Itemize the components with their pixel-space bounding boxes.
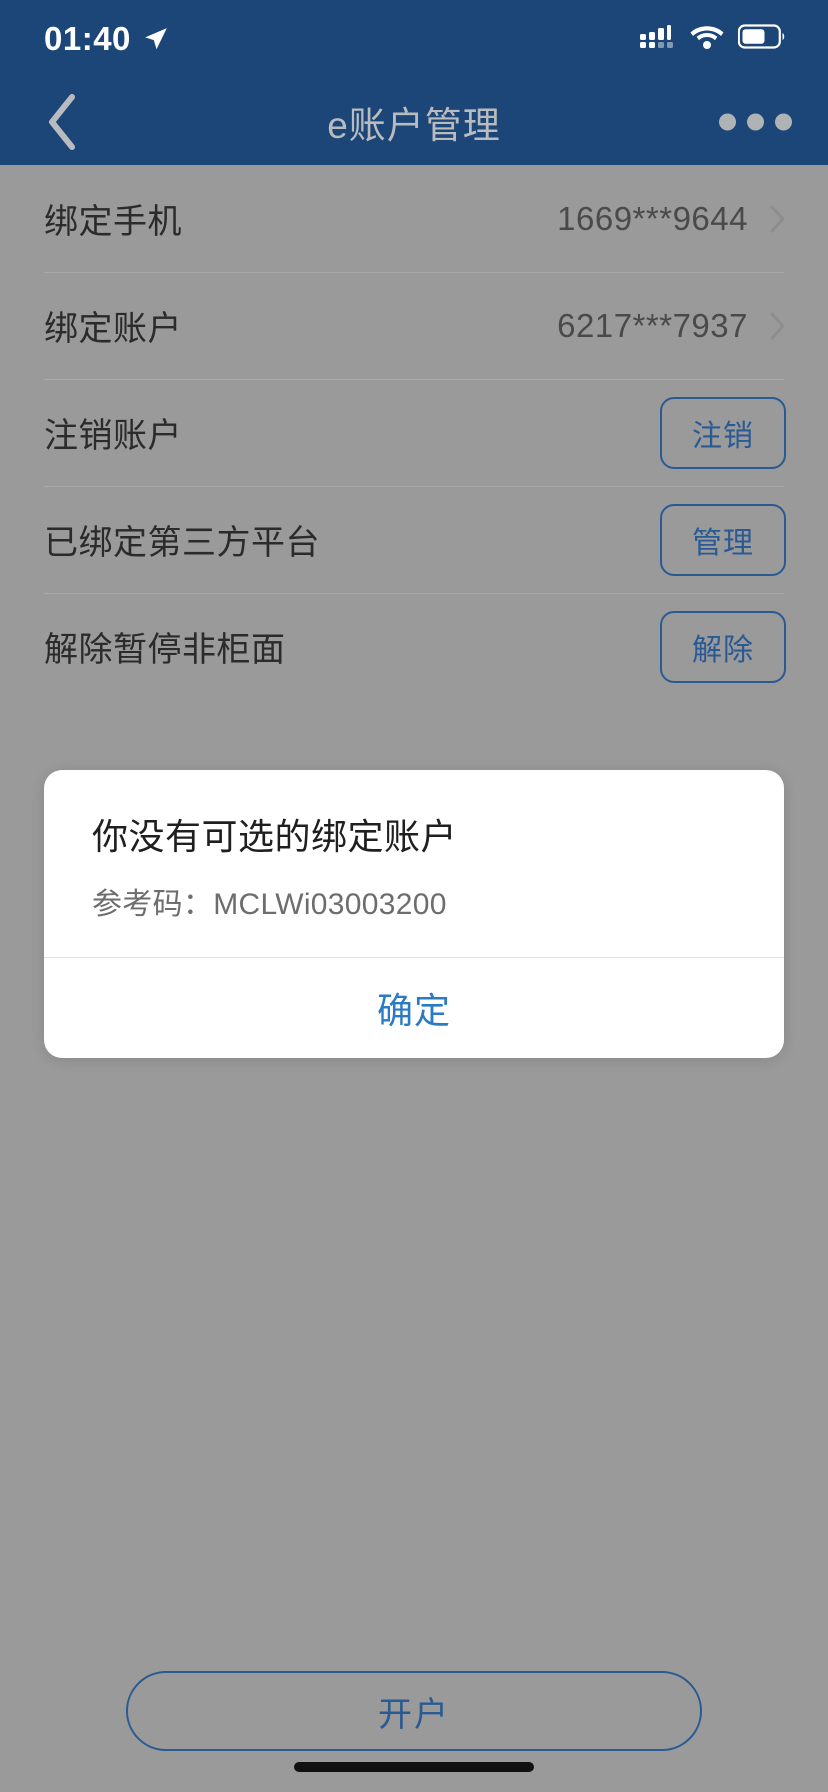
list-item-bound-account[interactable]: 绑定账户 6217***7937 (0, 272, 828, 379)
row-accessory: 解除 (660, 610, 786, 683)
row-label: 绑定手机 (44, 203, 182, 241)
wifi-icon (690, 24, 724, 55)
list-item-cancel-account: 注销账户 注销 (0, 379, 828, 486)
chevron-right-icon (770, 205, 786, 233)
row-accessory: 注销 (660, 396, 786, 469)
manage-platforms-button[interactable]: 管理 (660, 503, 786, 576)
status-bar-time: 01:40 (44, 20, 131, 57)
page-title: e账户管理 (327, 104, 501, 146)
lift-suspension-button[interactable]: 解除 (660, 610, 786, 683)
more-dot (719, 113, 736, 130)
alert-dialog-reference: 参考码： MCLWi03003200 (92, 879, 736, 923)
row-value: 6217***7937 (557, 306, 748, 344)
status-bar-right (640, 23, 786, 55)
location-arrow-icon (143, 26, 169, 52)
list-item-lift-non-counter-suspension: 解除暂停非柜面 解除 (0, 593, 828, 700)
row-label: 已绑定第三方平台 (44, 524, 320, 562)
more-dot (747, 113, 764, 130)
alert-dialog: 你没有可选的绑定账户 参考码： MCLWi03003200 确定 (44, 770, 784, 1058)
row-value: 1669***9644 (557, 199, 748, 237)
chevron-right-icon (770, 312, 786, 340)
alert-confirm-button[interactable]: 确定 (44, 958, 784, 1058)
row-label: 注销账户 (44, 417, 182, 455)
row-accessory: 管理 (660, 503, 786, 576)
status-bar-left: 01:40 (44, 20, 169, 58)
list-item-bound-phone[interactable]: 绑定手机 1669***9644 (0, 165, 828, 272)
row-label: 解除暂停非柜面 (44, 631, 286, 669)
row-label: 绑定账户 (44, 310, 182, 348)
status-bar: 01:40 (0, 0, 828, 78)
home-indicator (294, 1762, 534, 1772)
cancel-account-button[interactable]: 注销 (660, 396, 786, 469)
row-accessory: 1669***9644 (557, 200, 786, 238)
more-dot (775, 113, 792, 130)
alert-dialog-title: 你没有可选的绑定账户 (92, 816, 458, 857)
back-chevron-icon[interactable] (30, 90, 94, 154)
cellular-signal-icon (640, 24, 676, 55)
account-settings-list: 绑定手机 1669***9644 绑定账户 6217***7937 注销账户 注… (0, 165, 828, 700)
reference-code-value: MCLWi03003200 (213, 887, 447, 921)
alert-dialog-body: 你没有可选的绑定账户 参考码： MCLWi03003200 (44, 770, 784, 957)
open-account-button[interactable]: 开户 (126, 1671, 702, 1751)
battery-icon (737, 23, 786, 55)
more-dots-icon[interactable] (719, 113, 792, 130)
reference-code-label: 参考码： (92, 887, 214, 921)
list-item-third-party-platforms: 已绑定第三方平台 管理 (0, 486, 828, 593)
navigation-bar: e账户管理 (0, 78, 828, 165)
app-header: 01:40 e账户管理 (0, 0, 828, 165)
row-accessory: 6217***7937 (557, 307, 786, 345)
